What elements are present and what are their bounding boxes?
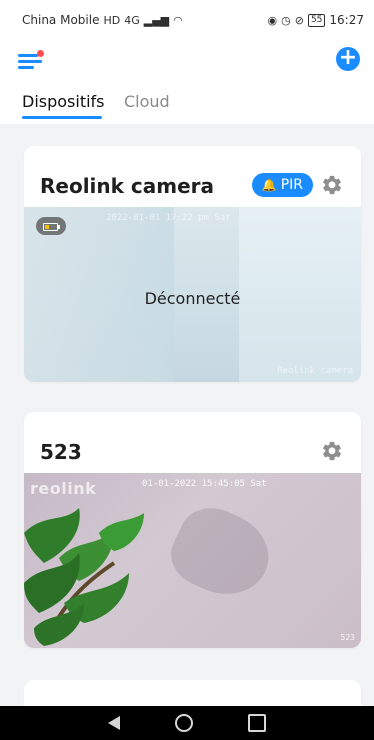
signal-icon: ▂▄▆ <box>143 13 170 27</box>
card-header: 523 <box>24 412 361 472</box>
camera-preview[interactable]: reolink 01-01-2022 15:45:05 Sat 523 <box>24 473 361 648</box>
preview-timestamp: 2022-01-01 17:22 pm Sat <box>106 213 231 223</box>
camera-preview[interactable]: 2022-01-01 17:22 pm Sat Déconnecté Reoli… <box>24 207 361 382</box>
clock-time: 16:27 <box>329 13 364 27</box>
pir-label: PIR <box>280 177 303 193</box>
device-name: 523 <box>40 440 82 464</box>
signal-type: 4G <box>124 13 140 27</box>
tab-active-indicator <box>22 116 102 119</box>
battery-fill <box>45 225 49 229</box>
battery-cell <box>43 223 60 231</box>
recents-icon[interactable] <box>248 714 266 732</box>
alarm-icon: ◷ <box>281 13 291 27</box>
carrier-name: China Mobile <box>22 13 100 27</box>
status-right: ◉ ◷ ⊘ 55 16:27 <box>268 13 364 27</box>
preview-camera-label: 523 <box>340 633 355 642</box>
mute-icon: ⊘ <box>294 13 304 27</box>
notification-dot <box>37 50 44 57</box>
menu-line-3 <box>18 66 34 69</box>
status-left: China Mobile HD 4G ▂▄▆ ◠ <box>22 13 183 27</box>
system-nav-bar <box>0 706 374 740</box>
preview-shadow <box>161 496 282 610</box>
plant-image <box>24 508 144 646</box>
home-icon[interactable] <box>175 714 193 732</box>
preview-camera-label: Reolink camera <box>277 366 353 376</box>
network-type: HD <box>103 13 121 27</box>
bell-icon: 🔔 <box>261 178 277 192</box>
eye-icon: ◉ <box>267 13 278 27</box>
card-header: Reolink camera 🔔 PIR <box>24 146 361 206</box>
connection-status: Déconnecté <box>144 289 241 308</box>
wifi-icon: ◠ <box>173 13 183 27</box>
back-icon[interactable] <box>108 716 120 730</box>
battery-icon <box>36 217 66 235</box>
pir-toggle[interactable]: 🔔 PIR <box>251 173 313 197</box>
device-name: Reolink camera <box>40 174 215 198</box>
settings-gear-icon[interactable] <box>321 174 343 196</box>
menu-line-1 <box>18 54 38 57</box>
menu-line-2 <box>18 60 42 63</box>
tab-cloud[interactable]: Cloud <box>124 92 170 111</box>
settings-gear-icon[interactable] <box>321 440 343 462</box>
top-app-bar: + <box>0 40 374 84</box>
tab-bar: Dispositifs Cloud <box>0 84 374 124</box>
status-bar: China Mobile HD 4G ▂▄▆ ◠ ◉ ◷ ⊘ 55 16:27 <box>0 0 374 40</box>
preview-timestamp: 01-01-2022 15:45:05 Sat <box>142 479 267 489</box>
device-card[interactable]: Reolink camera 🔔 PIR 2022-01-01 17:22 pm… <box>24 146 361 382</box>
device-card[interactable]: 523 reolink 01-01-2022 15:45:05 Sat 523 <box>24 412 361 648</box>
add-device-button[interactable]: + <box>336 47 360 71</box>
tab-devices[interactable]: Dispositifs <box>22 92 105 111</box>
menu-icon[interactable] <box>18 50 46 74</box>
battery-level: 55 <box>307 13 326 27</box>
